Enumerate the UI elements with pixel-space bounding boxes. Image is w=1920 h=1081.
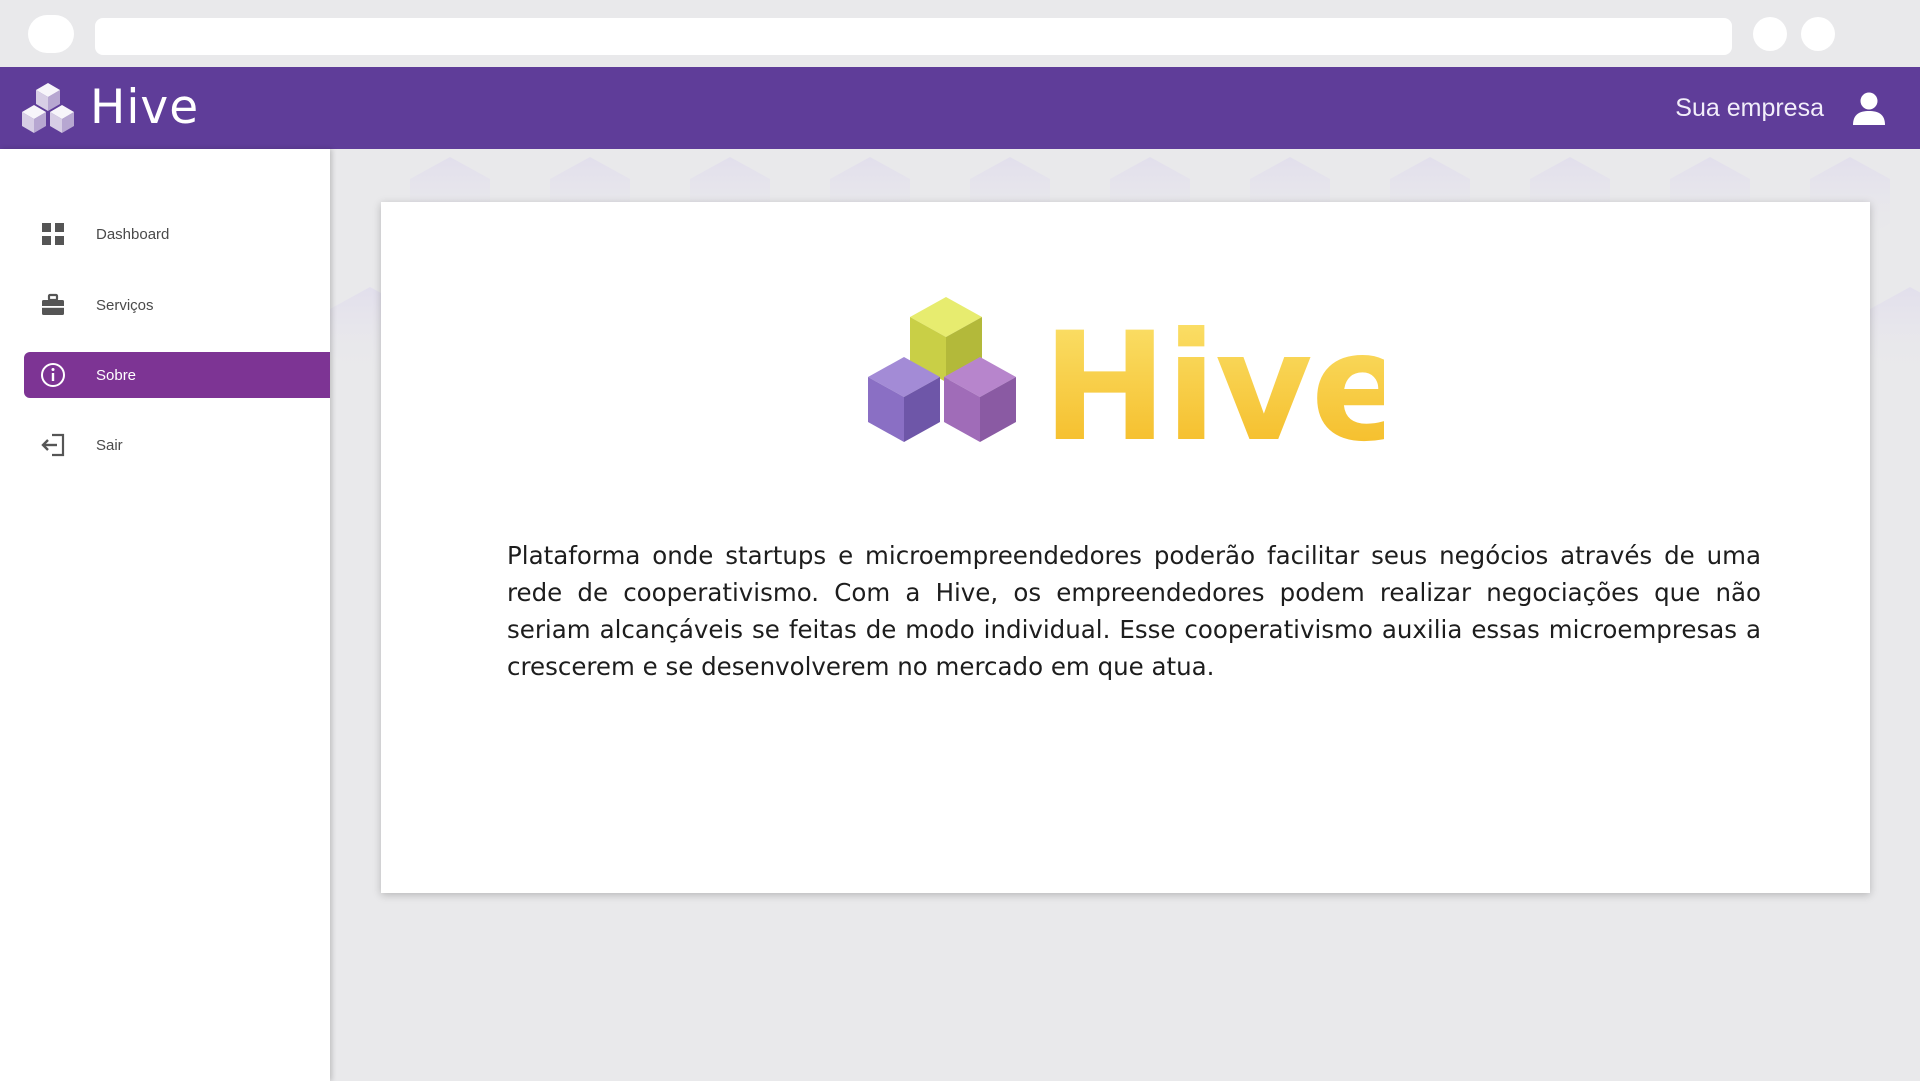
sidebar-item-label: Dashboard (96, 225, 170, 243)
briefcase-icon (40, 292, 66, 318)
logo-text: Hive (1042, 301, 1384, 452)
main-content: Hive Plataforma onde startups e microemp… (330, 149, 1920, 1081)
browser-menu-button[interactable] (1801, 17, 1835, 51)
browser-back-button[interactable] (28, 15, 74, 53)
sidebar-item-servicos[interactable]: Serviços (24, 282, 330, 328)
user-icon[interactable] (1850, 89, 1888, 127)
browser-action-button[interactable] (1753, 17, 1787, 51)
logout-icon (40, 432, 66, 458)
app-name: Hive (90, 80, 200, 135)
grid-icon (40, 221, 66, 247)
sidebar-item-sobre[interactable]: Sobre (24, 352, 330, 398)
sidebar-item-label: Serviços (96, 296, 154, 314)
hive-logo-large: Hive (868, 297, 1384, 452)
info-icon (40, 362, 66, 388)
hive-cubes-logo-icon (22, 83, 74, 133)
sidebar-item-sair[interactable]: Sair (24, 422, 330, 468)
sidebar: Dashboard Serviços Sobre Sair (0, 149, 330, 1081)
sidebar-item-dashboard[interactable]: Dashboard (24, 211, 330, 257)
app-header: Hive Sua empresa (0, 67, 1920, 149)
about-description: Plataforma onde startups e microempreend… (507, 540, 1761, 681)
sidebar-item-label: Sobre (96, 366, 137, 384)
company-name[interactable]: Sua empresa (1675, 91, 1824, 125)
brand[interactable]: Hive (20, 81, 199, 135)
browser-address-bar[interactable] (95, 18, 1732, 55)
sidebar-item-label: Sair (96, 436, 123, 454)
browser-chrome (0, 0, 1920, 67)
about-card: Hive Plataforma onde startups e microemp… (381, 202, 1870, 893)
